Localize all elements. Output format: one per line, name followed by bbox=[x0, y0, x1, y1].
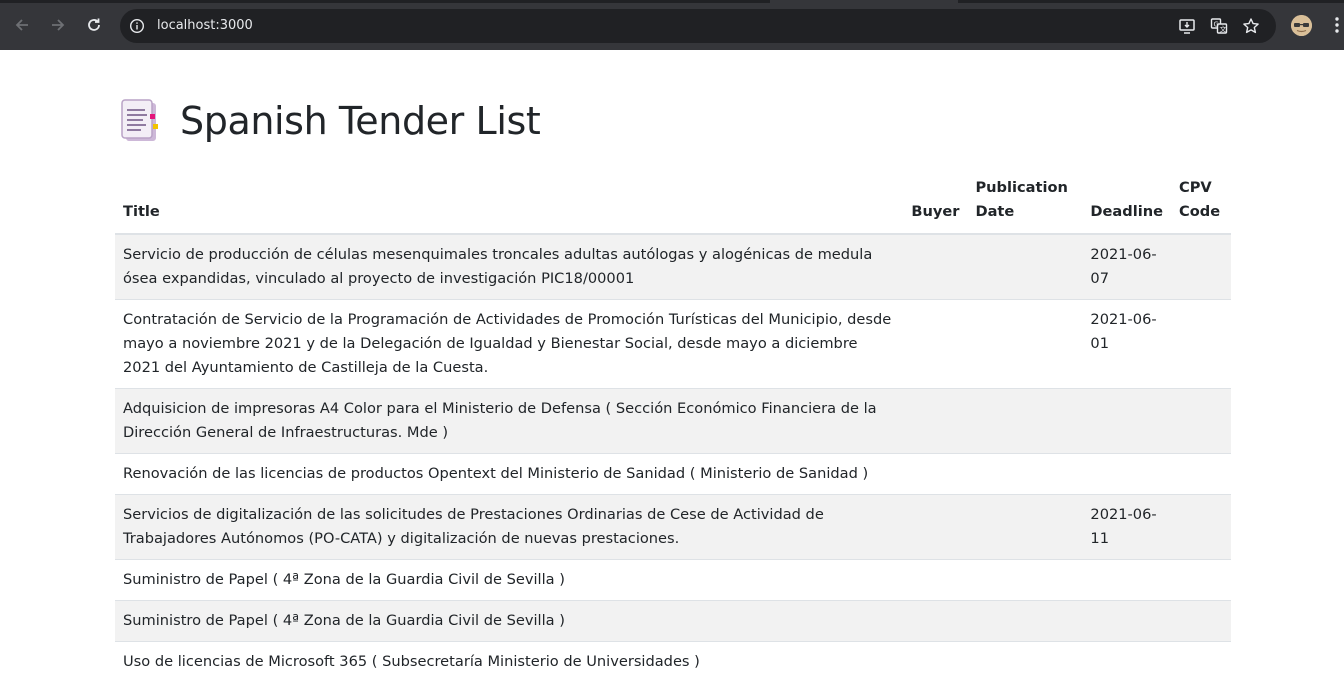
column-header-publication-date[interactable]: Publication Date bbox=[967, 172, 1083, 235]
cell-cpv-code bbox=[1171, 299, 1231, 389]
cell-publication-date bbox=[967, 388, 1083, 454]
cell-title: Renovación de las licencias de productos… bbox=[115, 453, 904, 495]
table-header-row: Title Buyer Publication Date Deadline CP… bbox=[115, 172, 1231, 235]
cell-publication-date bbox=[967, 453, 1083, 495]
column-header-buyer[interactable]: Buyer bbox=[903, 172, 968, 235]
browser-toolbar: localhost:3000 G文 bbox=[0, 0, 1344, 50]
cell-publication-date bbox=[967, 299, 1083, 389]
table-row[interactable]: Suministro de Papel ( 4ª Zona de la Guar… bbox=[115, 600, 1231, 642]
url-text[interactable]: localhost:3000 bbox=[157, 18, 253, 34]
cell-cpv-code bbox=[1171, 600, 1231, 642]
cell-deadline bbox=[1082, 641, 1172, 682]
cell-buyer bbox=[903, 559, 968, 601]
arrow-left-icon[interactable] bbox=[11, 14, 33, 36]
cell-publication-date bbox=[967, 600, 1083, 642]
svg-text:G: G bbox=[1214, 21, 1219, 29]
page-content: Spanish Tender List Title Buyer Publicat… bbox=[0, 50, 1344, 683]
info-icon[interactable] bbox=[129, 18, 145, 34]
table-row[interactable]: Servicio de producción de células mesenq… bbox=[115, 233, 1231, 300]
table-row[interactable]: Uso de licencias de Microsoft 365 ( Subs… bbox=[115, 641, 1231, 682]
cell-title: Suministro de Papel ( 4ª Zona de la Guar… bbox=[115, 559, 904, 601]
arrow-right-icon[interactable] bbox=[47, 14, 69, 36]
cell-title: Adquisicion de impresoras A4 Color para … bbox=[115, 388, 904, 454]
translate-icon[interactable]: G文 bbox=[1210, 17, 1228, 35]
column-header-title[interactable]: Title bbox=[115, 172, 904, 235]
table-row[interactable]: Suministro de Papel ( 4ª Zona de la Guar… bbox=[115, 559, 1231, 601]
cell-buyer bbox=[903, 299, 968, 389]
page-heading: Spanish Tender List bbox=[120, 97, 541, 145]
avatar[interactable] bbox=[1291, 15, 1312, 36]
cell-cpv-code bbox=[1171, 494, 1231, 560]
cell-cpv-code bbox=[1171, 453, 1231, 495]
tab-strip-edge bbox=[958, 0, 1344, 3]
cell-publication-date bbox=[967, 559, 1083, 601]
tender-table: Title Buyer Publication Date Deadline CP… bbox=[115, 172, 1231, 682]
cell-title: Servicio de producción de células mesenq… bbox=[115, 233, 904, 300]
cell-cpv-code bbox=[1171, 233, 1231, 300]
cell-title: Contratación de Servicio de la Programac… bbox=[115, 299, 904, 389]
cell-publication-date bbox=[967, 233, 1083, 300]
column-header-cpv-code[interactable]: CPV Code bbox=[1171, 172, 1231, 235]
cell-buyer bbox=[903, 388, 968, 454]
reload-icon[interactable] bbox=[83, 14, 105, 36]
star-icon[interactable] bbox=[1242, 17, 1260, 35]
cell-deadline bbox=[1082, 559, 1172, 601]
cell-cpv-code bbox=[1171, 559, 1231, 601]
cell-deadline bbox=[1082, 453, 1172, 495]
page-title: Spanish Tender List bbox=[180, 99, 541, 143]
cell-buyer bbox=[903, 453, 968, 495]
cell-title: Servicios de digitalización de las solic… bbox=[115, 494, 904, 560]
address-bar[interactable]: localhost:3000 G文 bbox=[120, 9, 1276, 43]
cell-buyer bbox=[903, 641, 968, 682]
cell-buyer bbox=[903, 233, 968, 300]
kebab-menu-icon[interactable] bbox=[1334, 16, 1340, 34]
column-header-deadline[interactable]: Deadline bbox=[1082, 172, 1172, 235]
cell-title: Suministro de Papel ( 4ª Zona de la Guar… bbox=[115, 600, 904, 642]
cell-buyer bbox=[903, 600, 968, 642]
table-row[interactable]: Contratación de Servicio de la Programac… bbox=[115, 299, 1231, 389]
cell-deadline bbox=[1082, 388, 1172, 454]
cell-deadline: 2021-06-07 bbox=[1082, 233, 1172, 300]
install-app-icon[interactable] bbox=[1178, 17, 1196, 35]
cell-publication-date bbox=[967, 494, 1083, 560]
table-row[interactable]: Renovación de las licencias de productos… bbox=[115, 453, 1231, 495]
tab-strip-edge bbox=[0, 0, 770, 3]
cell-title: Uso de licencias de Microsoft 365 ( Subs… bbox=[115, 641, 904, 682]
cell-cpv-code bbox=[1171, 388, 1231, 454]
table-row[interactable]: Servicios de digitalización de las solic… bbox=[115, 494, 1231, 560]
svg-text:文: 文 bbox=[1220, 25, 1227, 34]
cell-publication-date bbox=[967, 641, 1083, 682]
cell-deadline: 2021-06-11 bbox=[1082, 494, 1172, 560]
document-icon bbox=[120, 99, 162, 143]
cell-deadline bbox=[1082, 600, 1172, 642]
cell-cpv-code bbox=[1171, 641, 1231, 682]
table-row[interactable]: Adquisicion de impresoras A4 Color para … bbox=[115, 388, 1231, 454]
cell-deadline: 2021-06-01 bbox=[1082, 299, 1172, 389]
cell-buyer bbox=[903, 494, 968, 560]
